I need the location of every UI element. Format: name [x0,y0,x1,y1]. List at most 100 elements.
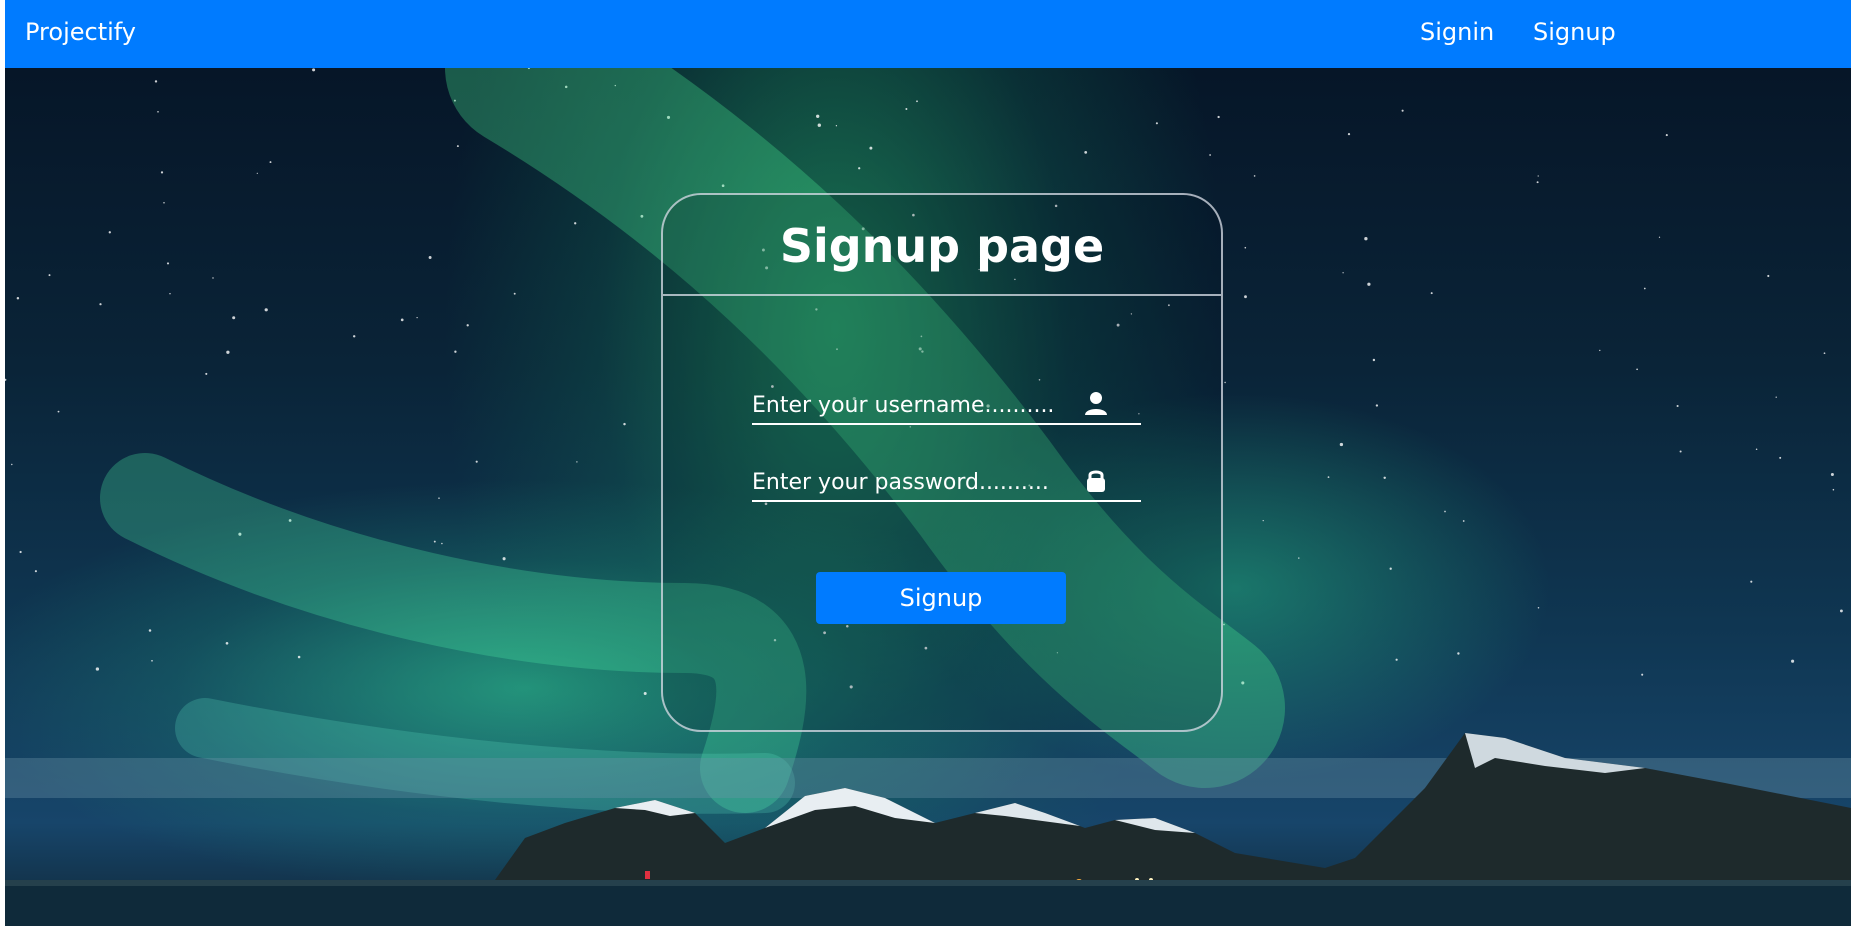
star [1779,456,1782,459]
star [1643,287,1646,290]
star [352,335,356,338]
card-header: Signup page [663,195,1221,296]
star [1375,404,1379,407]
star [1679,450,1682,453]
star [454,350,457,353]
username-input[interactable] [752,389,1082,421]
star [1537,606,1540,609]
star [433,540,436,543]
star [869,146,873,150]
star [1347,133,1351,136]
star [1224,381,1226,384]
star [1767,274,1770,278]
star [157,111,159,113]
star [163,201,165,204]
star [456,145,459,148]
star [48,274,51,277]
star [5,378,7,381]
star [1791,659,1795,663]
star [99,303,102,306]
password-input[interactable] [752,466,1082,498]
star [1084,151,1088,154]
star [108,231,111,234]
star [428,256,432,259]
username-field [752,385,1141,425]
star [1536,181,1539,184]
nav-signup-link[interactable]: Signup [1533,18,1616,46]
star [226,350,230,354]
star [57,410,60,413]
star [205,372,208,375]
signup-button[interactable]: Signup [816,572,1066,624]
page-title: Signup page [779,219,1105,273]
star [905,108,908,110]
star [312,68,316,72]
star [1389,567,1392,570]
brand-link[interactable]: Projectify [25,18,136,46]
user-icon [1082,389,1110,417]
star [19,550,22,554]
star [916,100,918,103]
navbar: Projectify Signin Signup [5,0,1851,68]
nav-signin-link[interactable]: Signin [1420,18,1494,46]
star [269,161,272,164]
star [1665,134,1668,137]
star [576,461,578,463]
star [1823,352,1826,355]
star [1775,396,1777,398]
star [623,422,626,426]
star [1457,652,1460,655]
star [256,172,258,174]
star [1641,673,1644,676]
star [1339,442,1344,447]
star [34,570,37,573]
star [1430,292,1433,295]
password-field [752,462,1141,502]
star [441,542,443,545]
star [1750,580,1753,583]
star [1367,282,1371,286]
star [1755,448,1758,450]
star [1462,520,1465,522]
star [1537,175,1539,177]
star [835,125,838,127]
star [232,316,236,320]
star [1253,175,1256,177]
star [1298,557,1300,559]
star [160,171,164,174]
star [816,114,820,118]
star [1217,115,1220,119]
star [1599,349,1601,352]
star [1676,404,1679,408]
star [1244,246,1247,249]
star [16,297,20,300]
star [151,659,153,662]
star [1372,358,1376,362]
star [513,292,516,295]
star [1155,122,1158,125]
star [1830,472,1834,477]
star [643,692,647,695]
star [858,167,861,170]
star [475,460,478,463]
star [400,318,404,322]
star [1209,154,1211,156]
page: Projectify Signin Signup Signup page Ent… [5,0,1851,926]
star [95,667,100,671]
star [1401,109,1404,112]
star [225,641,229,645]
star [416,316,418,319]
star [11,463,13,466]
star [466,324,469,327]
star [574,222,577,225]
star [264,308,268,312]
signup-form: Signup page Signup [661,193,1223,732]
star [1262,519,1264,522]
star [1395,658,1398,661]
star [1327,476,1330,478]
star [1244,295,1247,299]
star [502,557,506,561]
star [148,629,152,632]
star [169,293,171,295]
star [438,497,440,499]
